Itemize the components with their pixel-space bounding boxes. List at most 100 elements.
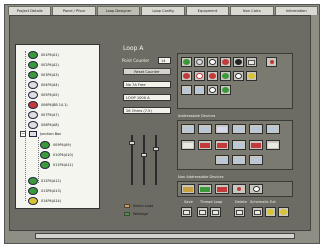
reset-counter-button[interactable]: Reset Counter: [123, 68, 171, 75]
device-status-icon: [40, 161, 50, 169]
device-status-icon: [28, 81, 38, 89]
tree-item[interactable]: 004P4(A4): [28, 81, 59, 89]
tree-item[interactable]: 003P4(A3): [28, 71, 59, 79]
device-tool[interactable]: [220, 85, 231, 95]
tree-item-junction[interactable]: − Junction Box: [20, 131, 61, 137]
tree-item[interactable]: 012P4(A12): [28, 177, 61, 185]
device-tool[interactable]: [233, 57, 244, 67]
device-tool[interactable]: [215, 124, 229, 134]
tree-connector: [25, 51, 26, 201]
device-tool[interactable]: [215, 155, 229, 165]
tree-item-label: 013P4(A13): [41, 189, 61, 193]
point-counter-field[interactable]: 14: [158, 57, 171, 64]
detector-icon: [222, 73, 229, 79]
device-tool[interactable]: [246, 71, 257, 81]
tab-equipment[interactable]: Equipment: [185, 6, 230, 15]
device-tool[interactable]: [207, 71, 218, 81]
tab-non-calcs[interactable]: Non Calcs: [230, 6, 274, 15]
device-tool[interactable]: [266, 140, 280, 150]
tree-item[interactable]: 008P4(A8): [28, 121, 59, 129]
device-tool[interactable]: [215, 140, 229, 150]
delete-icon: [236, 209, 243, 215]
tree-item[interactable]: 007P4(A7): [28, 111, 59, 119]
tab-loop-config[interactable]: Loop Config: [141, 6, 185, 15]
legend-label: Wattage: [133, 212, 149, 216]
device-tool[interactable]: [198, 140, 212, 150]
tree-item-label: Junction Box: [40, 132, 62, 136]
slider-track: [155, 135, 157, 185]
thread-loop-button[interactable]: [197, 207, 208, 217]
schematic-button[interactable]: [252, 207, 263, 217]
save-icon: [183, 209, 190, 215]
mode-select[interactable]: No 7A Free: [123, 81, 171, 88]
delete-button[interactable]: [234, 207, 245, 217]
thread-loop-button-2[interactable]: [210, 207, 221, 217]
device-tool[interactable]: [198, 124, 212, 134]
slider-thumb[interactable]: [153, 147, 159, 151]
device-tool[interactable]: [181, 124, 195, 134]
device-tool[interactable]: [181, 184, 195, 194]
device-tool[interactable]: [181, 57, 192, 67]
tree-item[interactable]: 002P4(A2): [28, 61, 59, 69]
device-tool[interactable]: [232, 140, 246, 150]
device-tool[interactable]: [232, 155, 246, 165]
tree-item[interactable]: 001P4(A1): [28, 51, 59, 59]
module-icon: [234, 126, 244, 132]
device-tool[interactable]: [194, 57, 205, 67]
expand-collapse-icon[interactable]: −: [20, 131, 26, 137]
device-tool[interactable]: [266, 57, 277, 67]
device-tool[interactable]: [232, 184, 246, 194]
tree-item[interactable]: 011P4(A11): [40, 161, 73, 169]
thread-loop-label: Thread Loop: [200, 200, 223, 204]
tree-item[interactable]: 009P4(A9): [40, 141, 71, 149]
device-tool[interactable]: [220, 71, 231, 81]
legend-swatch: [124, 212, 130, 216]
device-tool[interactable]: [194, 71, 205, 81]
save-button[interactable]: [181, 207, 192, 217]
device-tool[interactable]: [207, 57, 218, 67]
tree-item[interactable]: 005P4(A5): [28, 91, 59, 99]
ohms-field[interactable]: 26 Ohms (7.5): [123, 107, 171, 114]
tab-information[interactable]: Information: [274, 6, 318, 15]
tab-panel-pfour[interactable]: Panel / Pfour: [52, 6, 96, 15]
detector-icon: [196, 59, 203, 65]
indicator-icon: [269, 60, 274, 64]
tree-item[interactable]: 006P4(BB 14.1): [28, 101, 68, 109]
tree-item-label: 014P4(A14): [41, 199, 61, 203]
device-tool[interactable]: [246, 57, 257, 67]
horizontal-scrollbar[interactable]: [35, 233, 295, 239]
device-tool[interactable]: [181, 71, 192, 81]
device-tool[interactable]: [198, 184, 212, 194]
device-tool[interactable]: [181, 85, 192, 95]
tab-project-details[interactable]: Project Details: [8, 6, 52, 15]
device-tool[interactable]: [215, 184, 229, 194]
tree-item-label: 004P4(A4): [41, 83, 59, 87]
schematic-ext-button[interactable]: [265, 207, 276, 217]
device-tool[interactable]: [233, 71, 244, 81]
device-tool[interactable]: [181, 140, 195, 150]
device-tool[interactable]: [249, 124, 263, 134]
module-icon: [234, 157, 244, 163]
device-tool[interactable]: [220, 57, 231, 67]
device-tool[interactable]: [207, 85, 218, 95]
schematic-ext-button-2[interactable]: [278, 207, 289, 217]
tree-item[interactable]: 013P4(A13): [28, 187, 61, 195]
device-tool[interactable]: [232, 124, 246, 134]
device-tool[interactable]: [249, 155, 263, 165]
device-tree[interactable]: 001P4(A1) 002P4(A2) 003P4(A3) 004P4(A4) …: [15, 44, 100, 209]
loop-select[interactable]: LOOP 1000 A: [123, 94, 171, 101]
save-label: Save: [184, 200, 193, 204]
point-counter-label: Point Counter: [122, 58, 150, 63]
tree-item[interactable]: 010P4(A10): [40, 151, 73, 159]
device-tool[interactable]: [266, 124, 280, 134]
device-tool[interactable]: [249, 184, 263, 194]
device-tool[interactable]: [249, 140, 263, 150]
slider-thumb[interactable]: [141, 153, 147, 157]
tree-item[interactable]: 014P4(A14): [28, 197, 61, 205]
detector-icon: [222, 87, 229, 93]
device-tool[interactable]: [194, 85, 205, 95]
tree-item-label: 011P4(A11): [53, 163, 73, 167]
sounder-icon: [222, 59, 229, 65]
detector-icon: [196, 73, 203, 79]
slider-thumb[interactable]: [129, 141, 135, 145]
